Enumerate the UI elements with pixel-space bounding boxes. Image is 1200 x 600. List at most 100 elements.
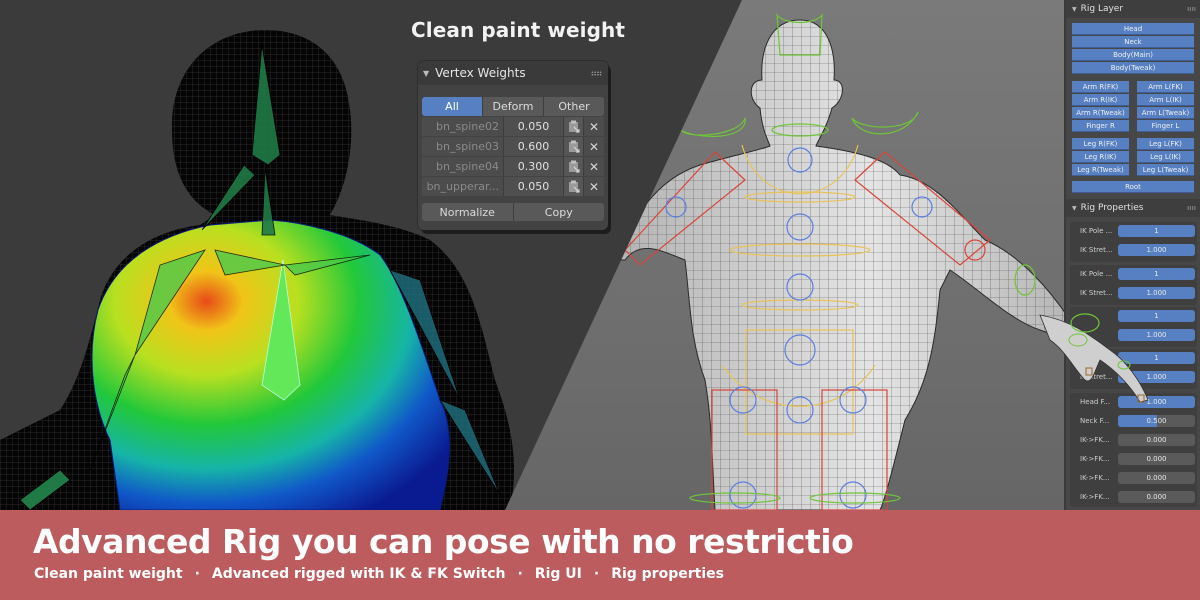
rig-slider-0-value: 1.000 — [1146, 398, 1167, 406]
rig-layer-leg-l-ik-button[interactable]: Leg L(IK) — [1137, 151, 1194, 163]
ik-stretch-label: IK Stret... — [1080, 246, 1113, 254]
ik-pole-field[interactable]: 1 — [1118, 352, 1195, 364]
vertex-weight-row: bn_spine03 0.600 ✕ — [422, 137, 604, 156]
rig-layer-arm-r-tweak-button[interactable]: Arm R(Tweak) — [1072, 107, 1129, 119]
vertex-weight-row: bn_spine04 0.300 ✕ — [422, 157, 604, 176]
rig-slider-1-value: 0.500 — [1146, 417, 1167, 425]
collapse-triangle-icon[interactable]: ▼ — [1072, 205, 1077, 212]
rig-layer-body-tweak-button[interactable]: Body(Tweak) — [1072, 62, 1194, 74]
rig-property-group: IK Pole ... 1 IK Stret... 1.000 — [1070, 222, 1197, 262]
ik-stretch-value: 1.000 — [1146, 331, 1167, 339]
rig-layer-leg-l-fk-button[interactable]: Leg L(FK) — [1137, 138, 1194, 150]
vertex-weights-header[interactable]: ▼ Vertex Weights — [418, 61, 608, 85]
feature-item: Rig UI — [534, 566, 582, 582]
rig-layer-neck-button[interactable]: Neck — [1072, 36, 1194, 48]
ik-pole-field[interactable]: 1 — [1118, 268, 1195, 280]
headline-clean-paint-weight: Clean paint weight — [411, 18, 626, 42]
ik-pole-value: 1 — [1154, 227, 1159, 235]
rig-layer-header[interactable]: ▼ Rig Layer — [1066, 0, 1200, 18]
close-icon[interactable]: ✕ — [584, 117, 604, 136]
sidebar-panel: ▼ Rig Layer Head Neck Body(Main) Body(Tweak… — [1064, 0, 1200, 510]
vertex-weights-filter-tabs: All Deform Other — [422, 97, 604, 116]
rig-slider-3-field[interactable]: 0.000 — [1118, 453, 1195, 465]
ik-stretch-field[interactable]: 1.000 — [1118, 244, 1195, 256]
rig-layer-leg-r-tweak-button[interactable]: Leg R(Tweak) — [1072, 164, 1129, 176]
weight-value-field[interactable]: 0.600 — [504, 137, 564, 156]
copy-button[interactable]: Copy — [513, 203, 604, 221]
collapse-triangle-icon[interactable]: ▼ — [1072, 6, 1077, 13]
vertex-group-name[interactable]: bn_spine03 — [422, 137, 504, 156]
rig-slider-5-label: IK->FK... — [1080, 493, 1110, 501]
rig-layer-arm-r-fk-button[interactable]: Arm R(FK) — [1072, 81, 1129, 93]
feature-separator: · — [194, 566, 200, 582]
vertex-group-name[interactable]: bn_upperar... — [422, 177, 504, 196]
rig-slider-4-value: 0.000 — [1146, 474, 1167, 482]
weight-value-field[interactable]: 0.050 — [504, 177, 564, 196]
rig-slider-5-field[interactable]: 0.000 — [1118, 491, 1195, 503]
feature-separator: · — [517, 566, 523, 582]
rig-slider-2-value: 0.000 — [1146, 436, 1167, 444]
close-icon[interactable]: ✕ — [584, 137, 604, 156]
vertex-weights-title: Vertex Weights — [435, 66, 526, 80]
rig-layer-arm-l-tweak-button[interactable]: Arm L(Tweak) — [1137, 107, 1194, 119]
rig-layer-finger-r-button[interactable]: Finger R — [1072, 120, 1129, 132]
rig-slider-4-label: IK->FK... — [1080, 474, 1110, 482]
tab-other[interactable]: Other — [544, 97, 604, 116]
paste-icon[interactable] — [564, 177, 584, 196]
ik-stretch-field[interactable]: 1.000 — [1118, 371, 1195, 383]
rig-layer-arm-l-fk-button[interactable]: Arm L(FK) — [1137, 81, 1194, 93]
rig-slider-0-field[interactable]: 1.000 — [1118, 396, 1195, 408]
vertex-weight-row: bn_upperar... 0.050 ✕ — [422, 177, 604, 196]
rig-layer-body-main-button[interactable]: Body(Main) — [1072, 49, 1194, 61]
close-icon[interactable]: ✕ — [584, 177, 604, 196]
tab-deform[interactable]: Deform — [483, 97, 544, 116]
viewport-composite: Clean paint weight ▼ Vertex Weights All … — [0, 0, 1200, 510]
ik-stretch-value: 1.000 — [1146, 289, 1167, 297]
rig-layer-leg-r-ik-button[interactable]: Leg R(IK) — [1072, 151, 1129, 163]
normalize-button[interactable]: Normalize — [422, 203, 514, 221]
rig-layer-finger-l-button[interactable]: Finger L — [1137, 120, 1194, 132]
vertex-weights-actions: Normalize Copy — [422, 203, 604, 221]
rig-properties-header[interactable]: ▼ Rig Properties — [1066, 199, 1200, 217]
rig-slider-0-label: Head F... — [1080, 398, 1111, 406]
ik-pole-value: 1 — [1154, 312, 1159, 320]
rig-slider-2-field[interactable]: 0.000 — [1118, 434, 1195, 446]
paste-icon[interactable] — [564, 137, 584, 156]
rig-layer-head-button[interactable]: Head — [1072, 23, 1194, 35]
ik-stretch-value: 1.000 — [1146, 246, 1167, 254]
paste-icon[interactable] — [564, 157, 584, 176]
collapse-triangle-icon[interactable]: ▼ — [423, 69, 429, 78]
rig-slider-5-value: 0.000 — [1146, 493, 1167, 501]
rig-property-group: IK Pole ... 1 IK Stret... 1.000 — [1070, 265, 1197, 305]
tab-all[interactable]: All — [422, 97, 483, 116]
rig-layer-root-button[interactable]: Root — [1072, 181, 1194, 193]
rig-slider-4-field[interactable]: 0.000 — [1118, 472, 1195, 484]
banner-feature-list: Clean paint weight · Advanced rigged wit… — [34, 566, 724, 582]
rig-layer-leg-l-tweak-button[interactable]: Leg L(Tweak) — [1137, 164, 1194, 176]
weight-value-field[interactable]: 0.300 — [504, 157, 564, 176]
close-icon[interactable]: ✕ — [584, 157, 604, 176]
feature-item: Advanced rigged with IK & FK Switch — [211, 566, 506, 582]
ik-stretch-field[interactable]: 1.000 — [1118, 287, 1195, 299]
drag-grip-icon[interactable] — [1187, 7, 1196, 11]
ik-stretch-field[interactable]: 1.000 — [1118, 329, 1195, 341]
vertex-weight-list: bn_spine02 0.050 ✕ bn_spine03 0.600 ✕ bn… — [422, 117, 604, 197]
drag-grip-icon[interactable] — [591, 70, 602, 76]
vertex-group-name[interactable]: bn_spine02 — [422, 117, 504, 136]
drag-grip-icon[interactable] — [1187, 206, 1196, 210]
vertex-group-name[interactable]: bn_spine04 — [422, 157, 504, 176]
paste-icon[interactable] — [564, 117, 584, 136]
weight-value-field[interactable]: 0.050 — [504, 117, 564, 136]
rig-layer-leg-r-fk-button[interactable]: Leg R(FK) — [1072, 138, 1129, 150]
rig-slider-3-label: IK->FK... — [1080, 455, 1110, 463]
rig-layer-arm-l-ik-button[interactable]: Arm L(IK) — [1137, 94, 1194, 106]
ik-pole-field[interactable]: 1 — [1118, 225, 1195, 237]
rig-layer-arm-r-ik-button[interactable]: Arm R(IK) — [1072, 94, 1129, 106]
ik-pole-label: IK Pole ... — [1080, 270, 1113, 278]
ik-pole-label: IK Pole ... — [1080, 354, 1113, 362]
rig-property-group: 1 1.000 — [1070, 307, 1197, 347]
rig-slider-1-field[interactable]: 0.500 — [1118, 415, 1195, 427]
ik-pole-label: IK Pole ... — [1080, 227, 1113, 235]
ik-pole-value: 1 — [1154, 354, 1159, 362]
ik-pole-field[interactable]: 1 — [1118, 310, 1195, 322]
